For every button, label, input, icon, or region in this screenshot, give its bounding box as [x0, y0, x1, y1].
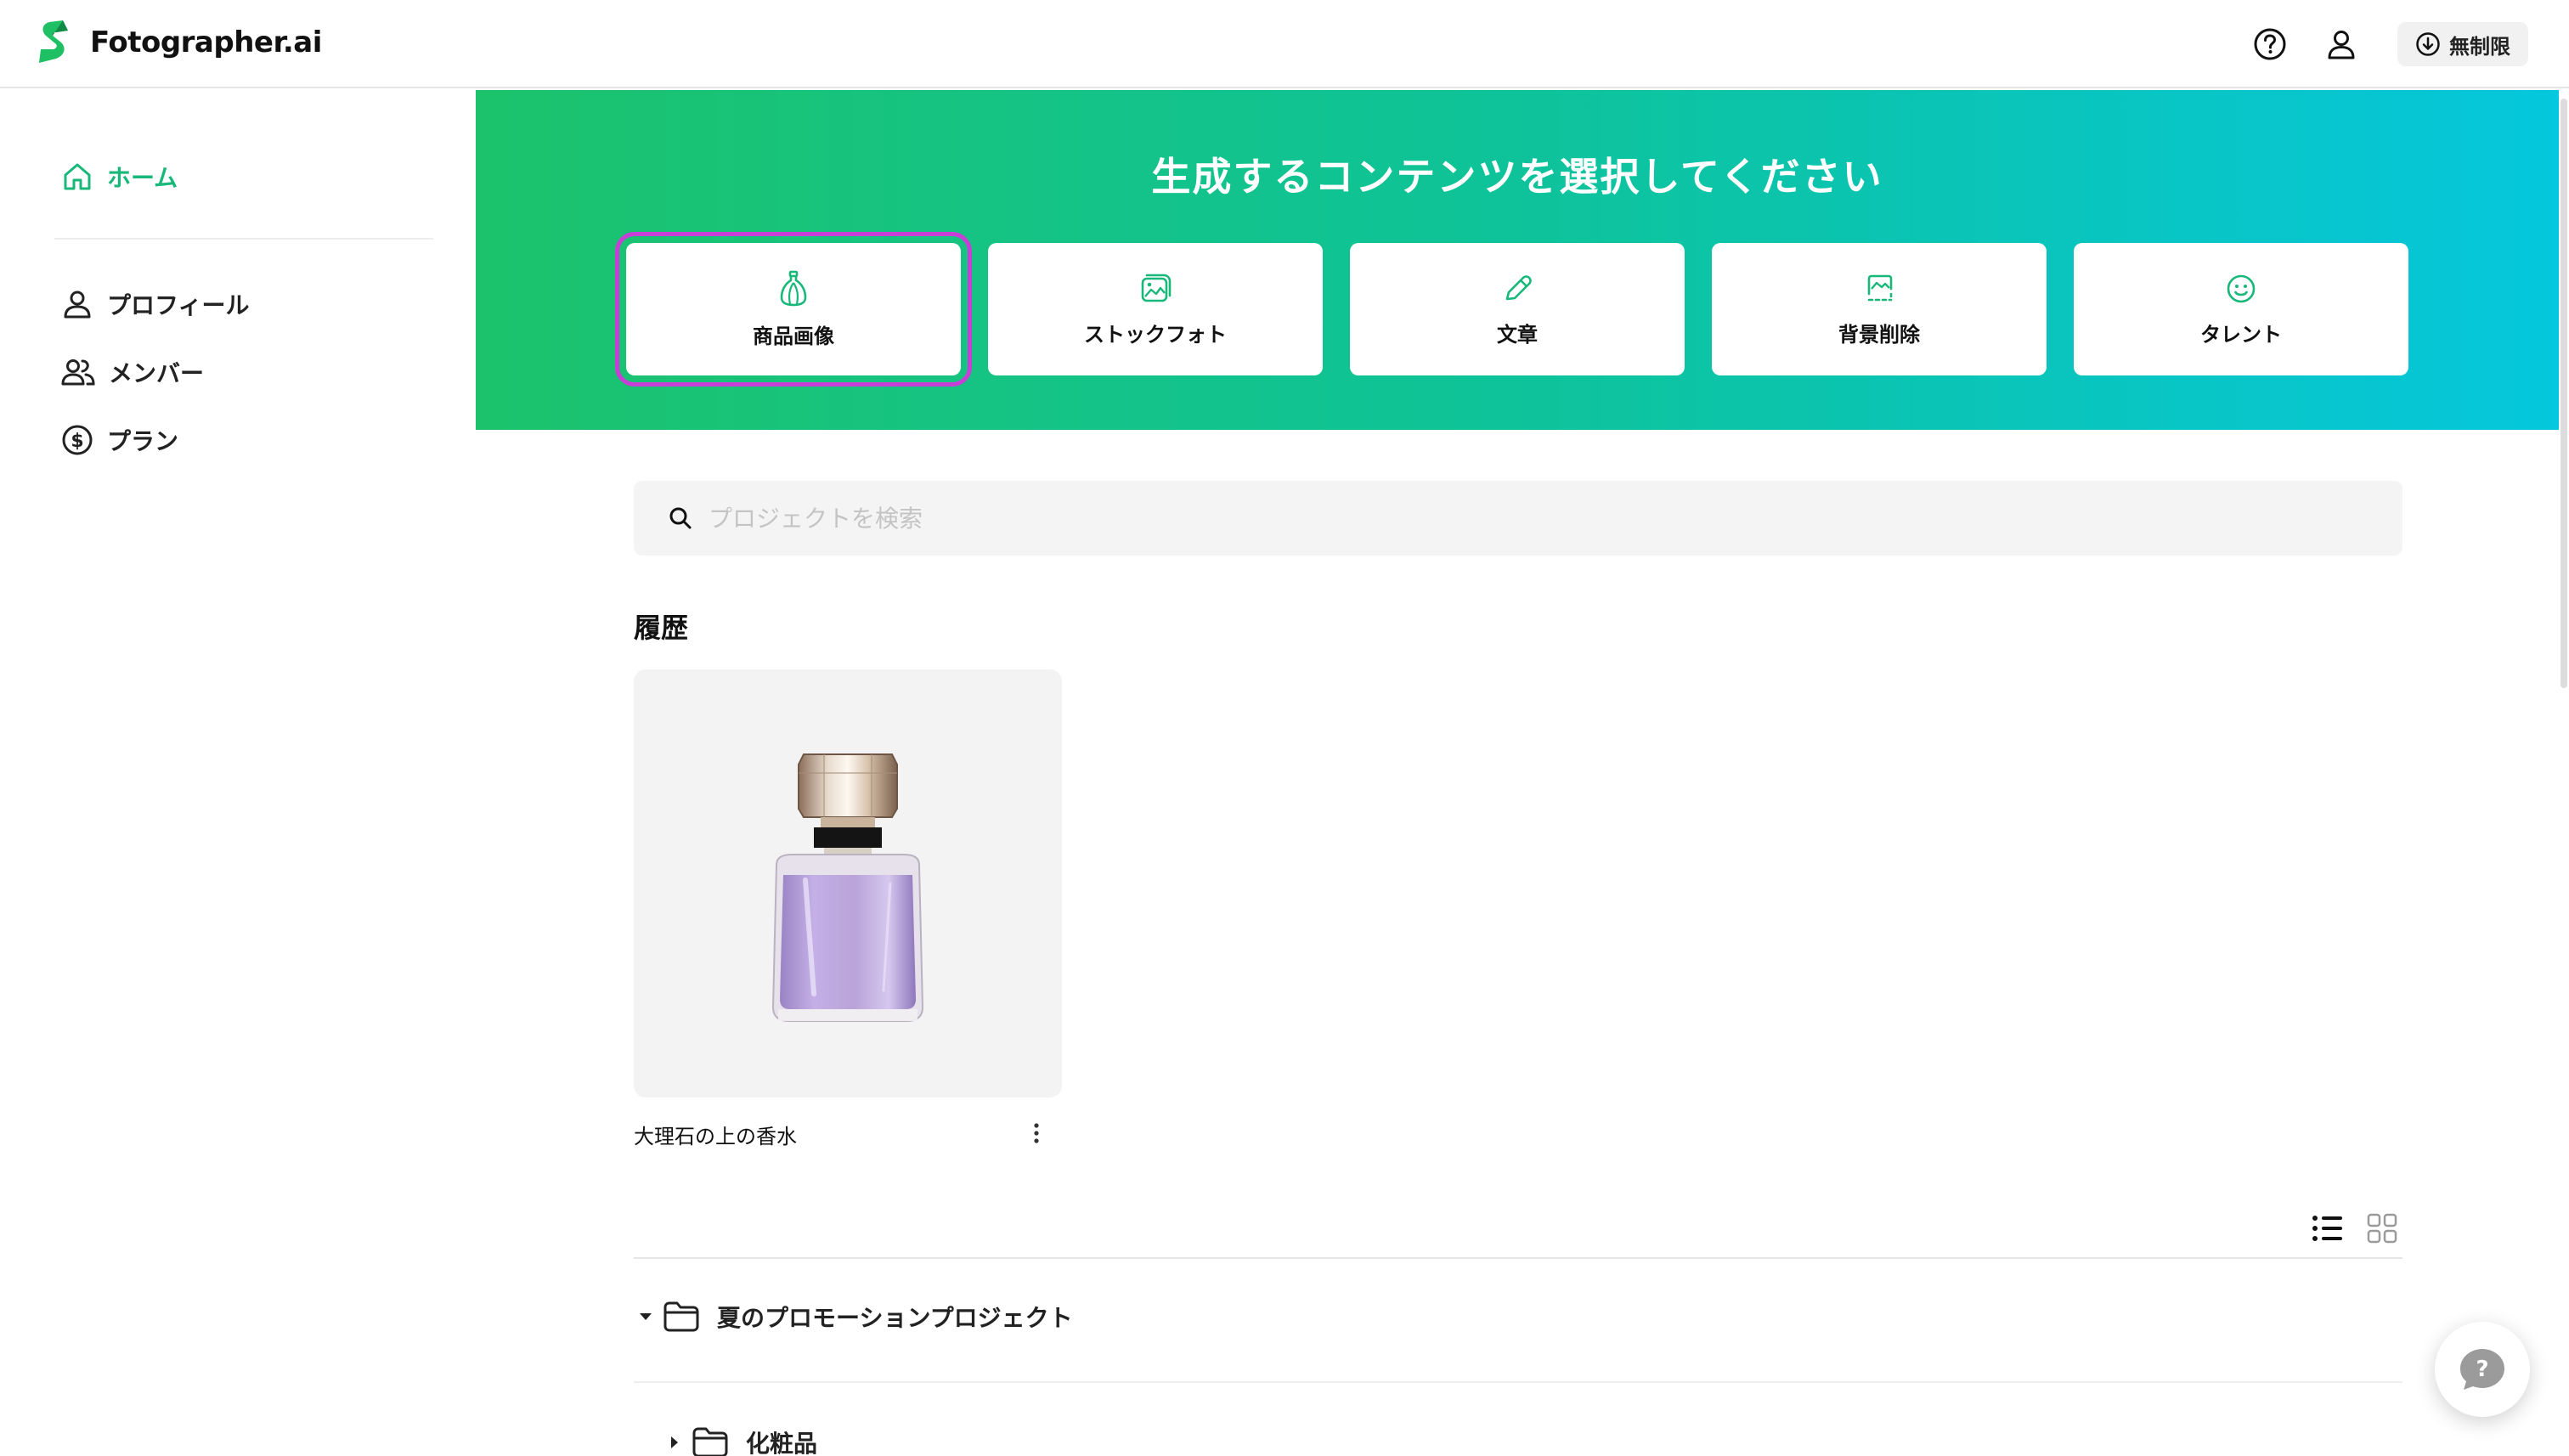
card-product-image[interactable]: 商品画像: [615, 232, 972, 387]
perfume-bottle-icon: [780, 270, 807, 306]
list-view-icon: [2312, 1216, 2342, 1241]
folder-icon: [663, 1301, 699, 1332]
sidebar-item-label: プロフィール: [107, 291, 250, 319]
card-label: 商品画像: [753, 324, 834, 348]
sidebar-item-label: プラン: [107, 427, 179, 455]
search-icon: [669, 507, 692, 529]
pencil-icon: [1505, 274, 1532, 300]
sidebar-divider: [54, 238, 433, 240]
project-list-divider: [634, 1257, 2402, 1259]
card-label: ストックフォト: [1084, 322, 1227, 347]
history-meta: 大理石の上の香水: [634, 1120, 1062, 1154]
folder-row-cosmetics[interactable]: 化粧品: [664, 1425, 817, 1456]
card-background-removal[interactable]: 背景削除: [1712, 243, 2047, 375]
sidebar-item-label: メンバー: [109, 359, 205, 387]
sidebar-item-home[interactable]: ホーム: [61, 160, 178, 194]
users-icon: [61, 359, 95, 386]
main-scrollbar[interactable]: [2559, 90, 2569, 695]
user-icon: [64, 291, 91, 319]
help-circle-icon: [2254, 28, 2286, 60]
sidebar-item-label: ホーム: [107, 164, 178, 192]
plan-label: 無制限: [2449, 34, 2510, 59]
folder-name: 夏のプロモーションプロジェクト: [717, 1304, 1073, 1332]
photo-stack-icon: [1141, 274, 1172, 302]
logo[interactable]: Fotographer.ai: [37, 19, 322, 66]
svg-text:$: $: [71, 431, 83, 452]
search-input[interactable]: [709, 504, 2323, 533]
content-type-hero: 生成するコンテンツを選択してください 商品画像 ストックフォト 文章 背景削除 …: [476, 90, 2559, 430]
account-button[interactable]: [2321, 24, 2362, 65]
history-item-name: 大理石の上の香水: [634, 1125, 797, 1148]
sidebar: ホーム プロフィール メンバー $ プラン: [0, 90, 476, 1456]
scrollbar-thumb[interactable]: [2561, 99, 2567, 688]
sidebar-item-members[interactable]: メンバー: [61, 355, 204, 389]
card-label: 背景削除: [1838, 322, 1920, 347]
history-item[interactable]: 大理石の上の香水: [634, 669, 1062, 1154]
caret-down-icon[interactable]: [635, 1312, 656, 1322]
more-vertical-icon: [1034, 1123, 1039, 1143]
plan-badge-button[interactable]: 無制限: [2397, 22, 2528, 66]
more-options-button[interactable]: [1023, 1116, 1050, 1150]
download-circle-icon: [2416, 32, 2440, 56]
app-root: Fotographer.ai 無制限 ホーム プロフィール メンバー $ プラン…: [0, 0, 2569, 1456]
card-label: タレント: [2200, 322, 2282, 347]
home-icon: [64, 163, 91, 190]
folder-row-divider: [634, 1381, 2402, 1383]
help-chat-button[interactable]: ?: [2435, 1322, 2530, 1417]
history-thumbnail: [634, 669, 1062, 1098]
card-label: 文章: [1497, 322, 1538, 347]
dollar-circle-icon: $: [62, 425, 93, 455]
svg-text:?: ?: [2476, 1357, 2488, 1382]
help-button[interactable]: [2250, 24, 2290, 65]
sidebar-item-plan[interactable]: $ プラン: [61, 423, 178, 457]
history-title: 履歴: [634, 612, 689, 644]
folder-row-summer-promotion[interactable]: 夏のプロモーションプロジェクト: [635, 1300, 1073, 1334]
perfume-bottle-image: [771, 753, 924, 1022]
top-header: Fotographer.ai 無制限: [0, 0, 2569, 88]
sidebar-item-profile[interactable]: プロフィール: [61, 287, 249, 321]
project-search: [634, 481, 2402, 556]
grid-view-button[interactable]: [2362, 1208, 2402, 1249]
folder-name: 化粧品: [746, 1430, 818, 1456]
hero-title: 生成するコンテンツを選択してください: [1151, 154, 1883, 200]
list-view-button[interactable]: [2307, 1208, 2348, 1249]
logo-text: Fotographer.ai: [90, 25, 322, 59]
folder-icon: [692, 1427, 728, 1456]
card-talent[interactable]: タレント: [2074, 243, 2408, 375]
grid-view-icon: [2367, 1213, 2397, 1244]
caret-right-icon[interactable]: [664, 1435, 685, 1450]
user-icon: [2328, 31, 2355, 59]
logo-mark-icon: [39, 20, 68, 63]
card-stock-photo[interactable]: ストックフォト: [988, 243, 1323, 375]
main-content: 生成するコンテンツを選択してください 商品画像 ストックフォト 文章 背景削除 …: [476, 90, 2559, 1456]
smiley-icon: [2227, 274, 2256, 302]
image-dashed-icon: [1867, 274, 1893, 301]
card-text[interactable]: 文章: [1350, 243, 1685, 375]
chat-help-icon: ?: [2460, 1349, 2504, 1390]
